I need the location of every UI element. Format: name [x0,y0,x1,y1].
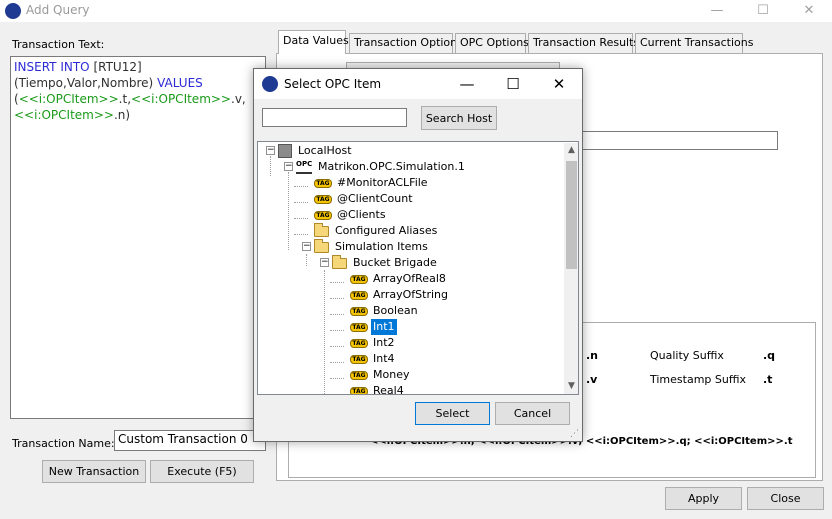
maximize-button[interactable]: ☐ [740,0,786,22]
sql-opc-tag: <<i:OPCItem>> [18,92,119,106]
sql-text: (Tiempo,Valor,Nombre) [14,76,158,90]
dialog-maximize-button[interactable]: ☐ [490,69,536,99]
timestamp-suffix-value: .t [763,373,773,386]
close-window-button[interactable]: ✕ [786,0,832,22]
tab-panel-field[interactable] [580,131,778,150]
tag-icon: TAG [350,274,368,284]
sql-keyword: INSERT INTO [14,60,90,74]
sql-keyword: VALUES [157,76,203,90]
select-button[interactable]: Select [415,402,490,425]
scroll-up-icon[interactable]: ▲ [564,143,578,158]
tree-item-boolean[interactable]: TAG Boolean [350,303,420,319]
select-opc-item-dialog: Select OPC Item — ☐ ✕ Search Host − − − … [253,68,583,442]
close-button[interactable]: Close [747,487,824,510]
app-logo-icon [5,3,21,19]
resize-grip-icon[interactable]: ⋰ [570,429,580,439]
tree-item-simulation-items[interactable]: Simulation Items [314,238,430,255]
scroll-thumb[interactable] [566,161,577,269]
tree-item-real4[interactable]: TAG Real4 [350,383,406,394]
folder-open-icon [314,238,329,253]
new-transaction-button[interactable]: New Transaction [42,460,146,483]
apply-button[interactable]: Apply [665,487,742,510]
quality-suffix-value: .q [763,349,776,362]
collapse-bucket-brigade-icon[interactable]: − [320,258,329,267]
tab-transaction-results[interactable]: Transaction Results [528,33,639,53]
tab-data-values[interactable]: Data Values [278,30,349,54]
tree-item-configured-aliases[interactable]: Configured Aliases [314,222,439,239]
tree-item-monitor-acl-file[interactable]: TAG #MonitorACLFile [314,175,430,191]
tag-icon: TAG [314,210,332,220]
sql-text: .n) [113,108,131,122]
tree-item-int2[interactable]: TAG Int2 [350,335,397,351]
tag-icon: TAG [314,194,332,204]
tab-transaction-options[interactable]: Transaction Options [349,33,463,53]
folder-open-icon [332,254,347,269]
timestamp-suffix-label: Timestamp Suffix [650,373,746,386]
collapse-server-icon[interactable]: − [284,162,293,171]
tag-icon: TAG [314,178,332,188]
tree-item-money[interactable]: TAG Money [350,367,411,383]
sql-text: .t, [118,92,132,106]
tab-opc-options[interactable]: OPC Options [455,33,529,53]
execute-button[interactable]: Execute (F5) [150,460,254,483]
dialog-title: Select OPC Item [284,77,382,91]
tree-item-client-count[interactable]: TAG @ClientCount [314,191,415,207]
tag-icon: TAG [350,338,368,348]
transaction-name-input[interactable]: Custom Transaction 0 [114,430,266,451]
sql-text: .v, [231,92,246,106]
tree-item-int4[interactable]: TAG Int4 [350,351,397,367]
dialog-close-button[interactable]: ✕ [536,69,582,99]
tag-icon: TAG [350,354,368,364]
transaction-text-label: Transaction Text: [12,38,105,51]
tree-item-bucket-brigade[interactable]: Bucket Brigade [332,254,439,271]
tag-icon: TAG [350,322,368,332]
collapse-localhost-icon[interactable]: − [266,146,275,155]
value-suffix-partial-2: .v [586,373,598,386]
tag-icon: TAG [350,306,368,316]
dialog-logo-icon [262,76,278,92]
host-search-input[interactable] [262,108,407,127]
scroll-down-icon[interactable]: ▼ [564,379,578,394]
window-title: Add Query [26,3,90,17]
search-host-button[interactable]: Search Host [421,106,497,130]
collapse-simulation-items-icon[interactable]: − [302,242,311,251]
transaction-name-label: Transaction Name: [12,437,115,450]
tree-item-array-of-string[interactable]: TAG ArrayOfString [350,287,450,303]
tag-icon: TAG [350,290,368,300]
computer-host-icon [278,144,292,158]
opc-item-tree[interactable]: − − − − LocalHost OPC Matrikon.OPC.Simula… [257,141,579,395]
tab-current-transactions[interactable]: Current Transactions [635,33,753,53]
folder-icon [314,222,329,237]
minimize-button[interactable]: — [694,0,740,22]
tree-item-array-of-real8[interactable]: TAG ArrayOfReal8 [350,271,448,287]
tree-item-int1[interactable]: TAG Int1 [350,319,397,335]
sql-opc-tag: <<i:OPCItem>> [131,92,231,106]
opc-server-icon: OPC [296,160,312,174]
transaction-text-editor[interactable]: INSERT INTO [RTU12] (Tiempo,Valor,Nombre… [10,56,266,419]
tree-item-localhost[interactable]: LocalHost [278,143,354,159]
tree-item-opc-server[interactable]: OPC Matrikon.OPC.Simulation.1 [296,159,467,175]
tree-item-clients[interactable]: TAG @Clients [314,207,388,223]
sql-opc-tag: <<i:OPCItem>> [14,108,114,122]
tag-icon: TAG [350,386,368,394]
quality-suffix-label: Quality Suffix [650,349,724,362]
value-suffix-partial-1: .n [586,349,599,362]
tree-scrollbar[interactable]: ▲ ▼ [564,143,578,394]
tag-icon: TAG [350,370,368,380]
dialog-minimize-button[interactable]: — [444,69,490,99]
sql-text: [RTU12] [89,60,142,74]
cancel-button[interactable]: Cancel [495,402,570,425]
